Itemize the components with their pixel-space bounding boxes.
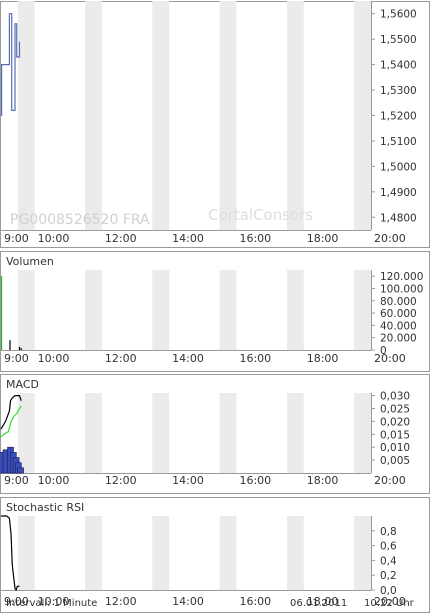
x-tick-label: 18:00 bbox=[307, 352, 339, 365]
y-tick-label: 1,5400 bbox=[380, 60, 417, 72]
time-band bbox=[152, 1, 170, 230]
y-tick-label: 1,4800 bbox=[380, 212, 417, 224]
symbol-watermark: PG0008526520 FRA bbox=[10, 212, 150, 228]
y-tick-label: 1,5500 bbox=[380, 34, 417, 46]
chart-stage: 1,4800 1,4900 1,5000 1,5100 1,5200 1,5300 1,54… bbox=[0, 1, 430, 613]
time-band bbox=[85, 270, 102, 350]
y-tick-label: 0,2 bbox=[380, 570, 397, 582]
x-tick-label: 9:00 bbox=[4, 232, 29, 245]
y-tick-label: 80.000 bbox=[380, 296, 417, 308]
y-tick-label: 40.000 bbox=[380, 320, 417, 332]
time-band bbox=[286, 1, 304, 230]
x-tick-label: 9:00 bbox=[4, 474, 29, 487]
time-band bbox=[17, 1, 35, 230]
y-tick-label: 0,015 bbox=[380, 429, 410, 441]
x-tick-label: 12:00 bbox=[105, 352, 137, 365]
x-tick-label: 14:00 bbox=[172, 352, 204, 365]
date-label: 06.01.2011 bbox=[290, 598, 348, 609]
y-tick-label: 1,4900 bbox=[380, 187, 417, 199]
x-tick-label: 14:00 bbox=[172, 474, 204, 487]
brand-watermark: CortalConsors bbox=[208, 206, 313, 224]
y-tick-label: 20.000 bbox=[380, 333, 417, 345]
panel-title: Stochastic RSI bbox=[6, 501, 84, 514]
time-band bbox=[85, 516, 102, 590]
time-label: 10:22 Uhr bbox=[364, 598, 414, 609]
y-tick-label: 0,020 bbox=[380, 416, 410, 428]
time-band bbox=[17, 393, 35, 473]
chart-footer: Intervall: 1 Minute 06.01.2011 10:22 Uhr bbox=[0, 597, 430, 614]
time-band bbox=[219, 516, 237, 590]
y-tick-label: 0,010 bbox=[380, 442, 410, 454]
y-tick-label: 0,8 bbox=[380, 526, 397, 538]
x-tick-label: 9:00 bbox=[4, 352, 29, 365]
x-tick-label: 20:00 bbox=[374, 232, 406, 245]
y-tick-label: 60.000 bbox=[380, 308, 417, 320]
y-tick-label: 0,4 bbox=[380, 555, 397, 567]
y-tick-label: 120.000 bbox=[380, 271, 423, 283]
x-tick-label: 18:00 bbox=[307, 232, 339, 245]
x-tick-label: 12:00 bbox=[105, 474, 137, 487]
time-band bbox=[354, 516, 371, 590]
panel-title: Volumen bbox=[6, 255, 54, 268]
interval-label: Intervall: 1 Minute bbox=[6, 598, 98, 609]
x-tick-label: 10:00 bbox=[38, 232, 70, 245]
time-band bbox=[286, 270, 304, 350]
y-tick-label: 0,025 bbox=[380, 403, 410, 415]
y-tick-label: 0,6 bbox=[380, 541, 397, 553]
x-tick-label: 16:00 bbox=[239, 474, 271, 487]
y-tick-label: 1,5200 bbox=[380, 111, 417, 123]
x-tick-label: 20:00 bbox=[374, 474, 406, 487]
time-band bbox=[219, 393, 237, 473]
y-tick-label: 100.000 bbox=[380, 283, 423, 295]
time-band bbox=[354, 1, 371, 230]
time-band bbox=[286, 393, 304, 473]
macd-histogram-bar bbox=[17, 467, 24, 474]
x-tick-label: 20:00 bbox=[374, 352, 406, 365]
x-tick-label: 18:00 bbox=[307, 474, 339, 487]
x-tick-label: 14:00 bbox=[172, 232, 204, 245]
y-tick-label: 1,5300 bbox=[380, 85, 417, 97]
time-band bbox=[85, 1, 102, 230]
time-band bbox=[286, 516, 304, 590]
x-tick-label: 16:00 bbox=[239, 352, 271, 365]
x-tick-label: 12:00 bbox=[105, 232, 137, 245]
panel-title: MACD bbox=[6, 378, 39, 391]
time-band bbox=[354, 270, 371, 350]
x-tick-label: 10:00 bbox=[38, 352, 70, 365]
time-band bbox=[354, 393, 371, 473]
time-band bbox=[17, 516, 35, 590]
time-band bbox=[219, 270, 237, 350]
y-tick-label: 1,5600 bbox=[380, 9, 417, 21]
y-tick-label: 0,005 bbox=[380, 455, 410, 467]
time-band bbox=[152, 393, 170, 473]
y-tick-label: 0,030 bbox=[380, 391, 410, 403]
time-band bbox=[85, 393, 102, 473]
y-tick-label: 1,5000 bbox=[380, 161, 417, 173]
time-band bbox=[17, 270, 35, 350]
y-tick-label: 1,5100 bbox=[380, 136, 417, 148]
time-band bbox=[152, 516, 170, 590]
time-band bbox=[219, 1, 237, 230]
x-tick-label: 16:00 bbox=[239, 232, 271, 245]
x-tick-label: 10:00 bbox=[38, 474, 70, 487]
time-band bbox=[152, 270, 170, 350]
